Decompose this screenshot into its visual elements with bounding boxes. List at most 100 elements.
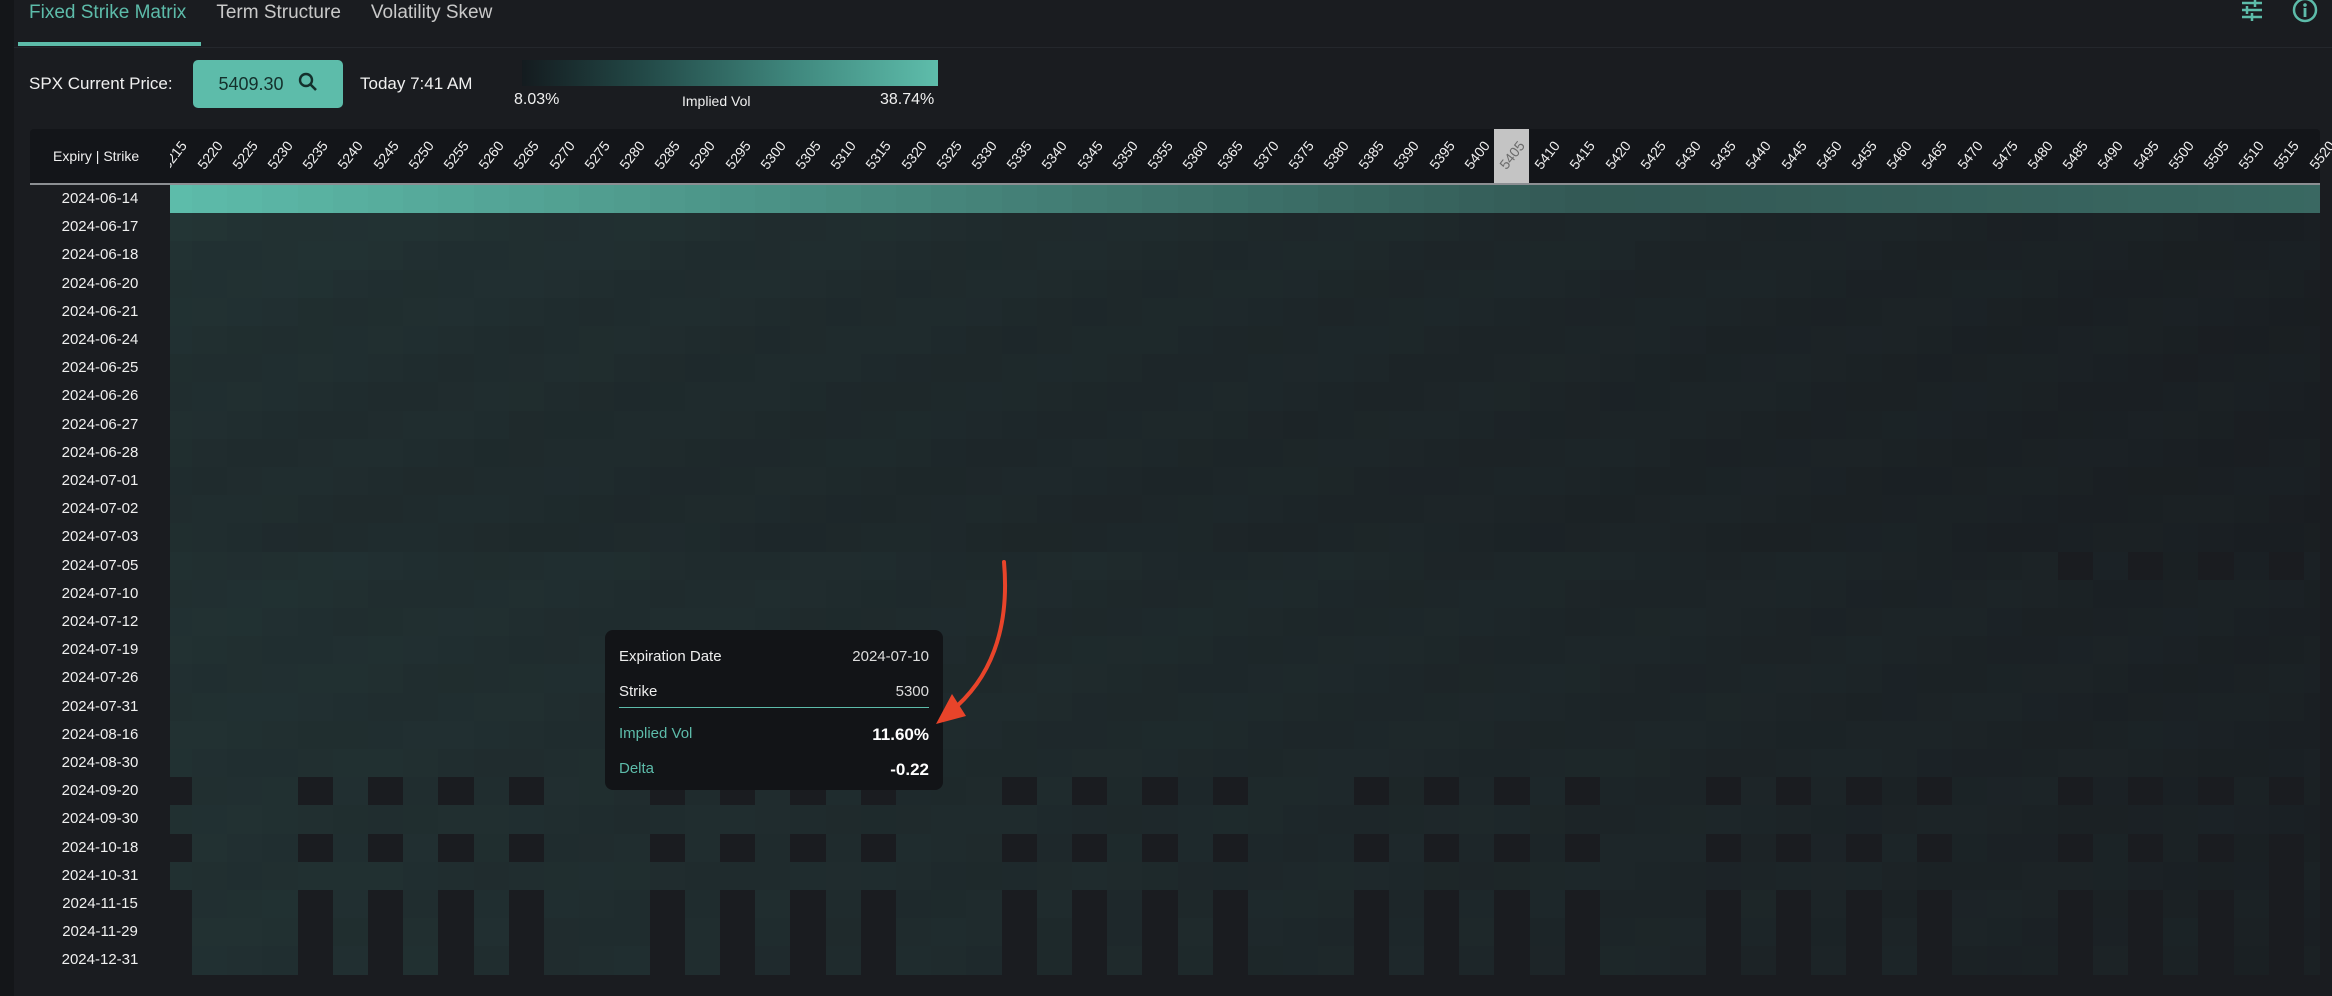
heatmap-cell[interactable] [1600, 720, 1636, 750]
heatmap-cell[interactable] [1811, 861, 1847, 891]
heatmap-cell[interactable] [1846, 833, 1883, 863]
heatmap-cell[interactable] [1705, 833, 1742, 863]
heatmap-cell[interactable] [1600, 890, 1636, 919]
heatmap-cell[interactable] [1072, 326, 1108, 355]
heatmap-cell[interactable] [2233, 495, 2270, 524]
heatmap-cell[interactable] [931, 185, 967, 214]
heatmap-cell[interactable] [825, 410, 862, 440]
heatmap-cell[interactable] [2022, 861, 2059, 891]
heatmap-cell[interactable] [1811, 382, 1847, 412]
heatmap-cell[interactable] [1142, 664, 1179, 694]
heatmap-cell[interactable] [614, 946, 651, 975]
heatmap-cell[interactable] [332, 495, 369, 524]
heatmap-cell[interactable] [1177, 861, 1214, 891]
heatmap-cell[interactable] [1987, 861, 2023, 891]
heatmap-cell[interactable] [720, 551, 756, 581]
heatmap-cell[interactable] [720, 354, 756, 383]
heatmap-cell[interactable] [1776, 438, 1812, 468]
heatmap-cell[interactable] [1318, 213, 1355, 242]
heatmap-cell[interactable] [2304, 297, 2320, 327]
heatmap-cell[interactable] [931, 410, 967, 440]
heatmap-cell[interactable] [579, 495, 615, 524]
heatmap-cell[interactable] [2198, 551, 2235, 581]
heatmap-cell[interactable] [931, 579, 967, 609]
heatmap-cell[interactable] [2268, 185, 2305, 214]
heatmap-cell[interactable] [438, 833, 475, 863]
heatmap-cell[interactable] [966, 890, 1003, 919]
heatmap-cell[interactable] [1177, 777, 1214, 806]
heatmap-cell[interactable] [2057, 438, 2094, 468]
heatmap-cell[interactable] [1600, 777, 1636, 806]
heatmap-cell[interactable] [2092, 467, 2129, 496]
heatmap-cell[interactable] [649, 467, 686, 496]
heatmap-cell[interactable] [614, 467, 651, 496]
heatmap-cell[interactable] [1670, 297, 1707, 327]
heatmap-cell[interactable] [1072, 185, 1108, 214]
heatmap-cell[interactable] [332, 636, 369, 665]
heatmap-cell[interactable] [438, 410, 475, 440]
heatmap-cell[interactable] [931, 861, 967, 891]
heatmap-cell[interactable] [332, 438, 369, 468]
heatmap-cell[interactable] [1142, 636, 1179, 665]
heatmap-cell[interactable] [1811, 241, 1847, 271]
heatmap-cell[interactable] [544, 946, 580, 975]
heatmap-cell[interactable] [1494, 579, 1531, 609]
heatmap-cell[interactable] [1142, 777, 1179, 806]
heatmap-cell[interactable] [1248, 861, 1284, 891]
heatmap-cell[interactable] [2198, 946, 2235, 975]
heatmap-cell[interactable] [1705, 664, 1742, 694]
heatmap-cell[interactable] [896, 382, 932, 412]
heatmap-cell[interactable] [544, 551, 580, 581]
heatmap-cell[interactable] [931, 382, 967, 412]
heatmap-cell[interactable] [755, 805, 791, 835]
heatmap-cell[interactable] [579, 890, 615, 919]
heatmap-cell[interactable] [649, 410, 686, 440]
heatmap-cell[interactable] [1740, 805, 1777, 835]
heatmap-cell[interactable] [931, 890, 967, 919]
heatmap-cell[interactable] [1564, 410, 1601, 440]
heatmap-cell[interactable] [508, 326, 545, 355]
heatmap-cell[interactable] [473, 861, 510, 891]
heatmap-cell[interactable] [227, 241, 263, 271]
heatmap-cell[interactable] [227, 833, 263, 863]
heatmap-cell[interactable] [2198, 410, 2235, 440]
heatmap-cell[interactable] [1987, 918, 2023, 947]
heatmap-cell[interactable] [508, 213, 545, 242]
heatmap-cell[interactable] [931, 213, 967, 242]
heatmap-cell[interactable] [2057, 579, 2094, 609]
heatmap-cell[interactable] [1001, 608, 1038, 637]
heatmap-cell[interactable] [2233, 269, 2270, 299]
heatmap-cell[interactable] [1072, 354, 1108, 383]
heatmap-cell[interactable] [1107, 241, 1143, 271]
heatmap-cell[interactable] [1529, 692, 1566, 722]
heatmap-cell[interactable] [297, 297, 334, 327]
heatmap-cell[interactable] [755, 326, 791, 355]
heatmap-cell[interactable] [2092, 438, 2129, 468]
heatmap-cell[interactable] [473, 467, 510, 496]
heatmap-cell[interactable] [966, 326, 1003, 355]
heatmap-cell[interactable] [1987, 805, 2023, 835]
heatmap-cell[interactable] [1036, 946, 1073, 975]
heatmap-cell[interactable] [614, 185, 651, 214]
heatmap-cell[interactable] [1107, 185, 1143, 214]
heatmap-cell[interactable] [966, 354, 1003, 383]
heatmap-cell[interactable] [1952, 946, 1988, 975]
heatmap-cell[interactable] [1952, 579, 1988, 609]
heatmap-cell[interactable] [332, 382, 369, 412]
heatmap-cell[interactable] [1916, 833, 1953, 863]
heatmap-cell[interactable] [2128, 523, 2164, 553]
heatmap-cell[interactable] [1987, 890, 2023, 919]
heatmap-cell[interactable] [1635, 692, 1671, 722]
heatmap-cell[interactable] [860, 805, 897, 835]
heatmap-cell[interactable] [931, 523, 967, 553]
heatmap-cell[interactable] [2304, 438, 2320, 468]
heatmap-cell[interactable] [1107, 410, 1143, 440]
heatmap-cell[interactable] [1177, 213, 1214, 242]
heatmap-cell[interactable] [1740, 354, 1777, 383]
heatmap-cell[interactable] [2233, 946, 2270, 975]
heatmap-cell[interactable] [544, 467, 580, 496]
heatmap-cell[interactable] [2198, 523, 2235, 553]
heatmap-cell[interactable] [614, 326, 651, 355]
heatmap-cell[interactable] [2163, 523, 2199, 553]
heatmap-cell[interactable] [332, 664, 369, 694]
